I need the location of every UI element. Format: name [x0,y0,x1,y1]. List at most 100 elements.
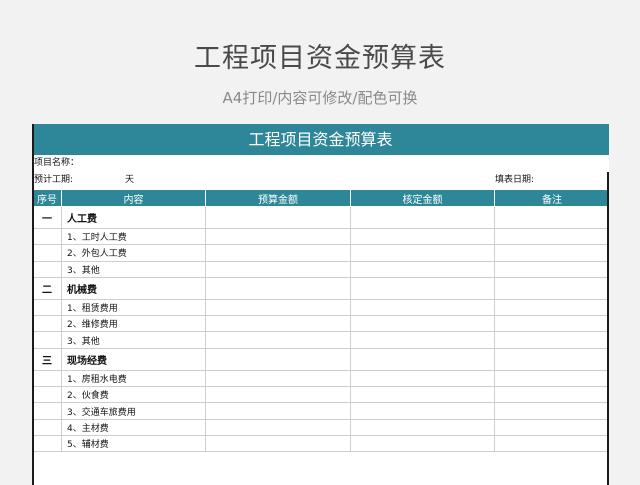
seq-cell: 三 [32,347,62,371]
seq-cell [32,227,62,246]
content-cell: 3、其他 [61,260,206,278]
section-row: 三现场经费 [32,347,609,371]
period-row: 预计工期: 天 填表日期: [32,172,609,189]
sheet-right-border [607,172,609,485]
seq-cell [32,260,62,278]
remarks-cell[interactable] [494,386,609,404]
approved-amount-cell[interactable] [350,434,495,453]
seq-cell [32,386,62,404]
remarks-cell[interactable] [494,276,609,300]
approved-amount-cell[interactable] [350,244,495,262]
content-cell: 人工费 [61,206,206,229]
remarks-cell[interactable] [494,347,609,371]
page-title: 工程项目资金预算表 [194,43,446,74]
column-header-seq: 序号 [32,189,62,207]
remarks-cell[interactable] [494,402,609,420]
seq-cell [32,434,62,453]
approved-amount-cell[interactable] [350,369,495,388]
budget-amount-cell[interactable] [205,418,351,436]
approved-amount-cell[interactable] [350,260,495,278]
remarks-cell[interactable] [494,260,609,278]
budget-amount-cell[interactable] [205,331,351,349]
budget-amount-cell[interactable] [205,315,351,333]
period-label: 预计工期: [34,175,74,185]
seq-cell [32,369,62,388]
remarks-cell[interactable] [494,418,609,436]
table-header-row: 序号 内容 预算金额 核定金额 备注 [32,189,609,207]
budget-amount-cell[interactable] [205,276,351,300]
page-subtitle: A4打印/内容可修改/配色可换 [222,89,418,107]
remarks-cell[interactable] [494,206,609,229]
budget-amount-cell[interactable] [205,434,351,453]
seq-cell [32,331,62,349]
budget-table: 序号 内容 预算金额 核定金额 备注 一人工费 1、工时人工费 2、外包人工费 3、其… [32,189,609,453]
content-cell: 5、辅材费 [61,434,206,453]
approved-amount-cell[interactable] [350,298,495,317]
content-cell: 4、主材费 [61,418,206,436]
seq-cell [32,315,62,333]
fill-date-label: 填表日期: [495,175,535,185]
seq-cell: 二 [32,276,62,300]
remarks-cell[interactable] [494,315,609,333]
approved-amount-cell[interactable] [350,402,495,420]
table-row: 5、辅材费 [32,434,609,453]
budget-amount-cell[interactable] [205,298,351,317]
project-name-label: 项目名称： [34,158,80,168]
budget-amount-cell[interactable] [205,227,351,246]
period-unit: 天 [125,175,135,185]
table-row: 1、工时人工费 [32,227,609,246]
sheet-title: 工程项目资金预算表 [32,124,609,155]
approved-amount-cell[interactable] [350,331,495,349]
remarks-cell[interactable] [494,369,609,388]
budget-amount-cell[interactable] [205,260,351,278]
content-cell: 2、伙食费 [61,386,206,404]
approved-amount-cell[interactable] [350,386,495,404]
content-cell: 2、外包人工费 [61,244,206,262]
column-header-content: 内容 [61,189,206,207]
table-row: 1、租赁费用 [32,298,609,317]
approved-amount-cell[interactable] [350,347,495,371]
budget-sheet: 工程项目资金预算表 项目名称： 预计工期: 天 填表日期: 序号 内容 预算金额… [32,124,609,485]
remarks-cell[interactable] [494,227,609,246]
column-header-remarks: 备注 [494,189,609,207]
content-cell: 1、工时人工费 [61,227,206,246]
content-cell: 3、其他 [61,331,206,349]
budget-amount-cell[interactable] [205,369,351,388]
project-name-row: 项目名称： [32,155,609,172]
budget-amount-cell[interactable] [205,402,351,420]
approved-amount-cell[interactable] [350,276,495,300]
table-row: 3、其他 [32,331,609,349]
section-row: 一人工费 [32,206,609,229]
seq-cell [32,244,62,262]
column-header-approved: 核定金额 [350,189,495,207]
column-header-budget: 预算金额 [205,189,351,207]
seq-cell [32,418,62,436]
budget-amount-cell[interactable] [205,244,351,262]
content-cell: 1、房租水电费 [61,369,206,388]
remarks-cell[interactable] [494,434,609,453]
content-cell: 现场经费 [61,347,206,371]
remarks-cell[interactable] [494,331,609,349]
seq-cell [32,402,62,420]
table-row: 3、交通车旅费用 [32,402,609,420]
approved-amount-cell[interactable] [350,418,495,436]
table-row: 1、房租水电费 [32,369,609,388]
seq-cell: 一 [32,206,62,229]
budget-amount-cell[interactable] [205,347,351,371]
table-row: 2、外包人工费 [32,244,609,262]
approved-amount-cell[interactable] [350,227,495,246]
content-cell: 2、维修费用 [61,315,206,333]
table-row: 2、维修费用 [32,315,609,333]
content-cell: 3、交通车旅费用 [61,402,206,420]
seq-cell [32,298,62,317]
table-body: 一人工费 1、工时人工费 2、外包人工费 3、其他二机械费 1、租赁费用 2、维修费用 3、… [32,206,609,453]
table-row: 4、主材费 [32,418,609,436]
budget-amount-cell[interactable] [205,206,351,229]
remarks-cell[interactable] [494,298,609,317]
approved-amount-cell[interactable] [350,315,495,333]
budget-amount-cell[interactable] [205,386,351,404]
content-cell: 机械费 [61,276,206,300]
remarks-cell[interactable] [494,244,609,262]
content-cell: 1、租赁费用 [61,298,206,317]
approved-amount-cell[interactable] [350,206,495,229]
